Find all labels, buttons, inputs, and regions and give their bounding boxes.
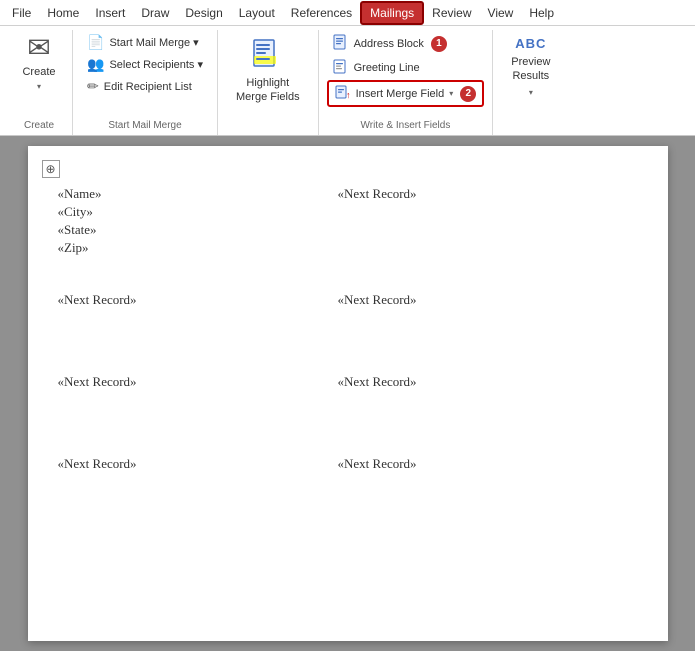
menu-design[interactable]: Design (177, 3, 230, 23)
address-block-icon (333, 34, 349, 53)
preview-results-button[interactable]: ABC PreviewResults ▾ (501, 30, 560, 103)
menu-layout[interactable]: Layout (231, 3, 283, 23)
select-recipients-icon: 👥 (87, 56, 104, 73)
menu-review[interactable]: Review (424, 3, 479, 23)
highlight-merge-fields-button[interactable]: HighlightMerge Fields (226, 30, 310, 111)
field-row-1: «Name» «City» «State» «Zip» «Next Record… (58, 186, 638, 258)
ribbon-group-preview: ABC PreviewResults ▾ (493, 30, 568, 135)
field-col-right-4: «Next Record» (338, 456, 638, 474)
create-dropdown-arrow: ▾ (37, 82, 41, 91)
ribbon: ✉ Create ▾ Create 📄 Start Mail Merge ▾ 👥… (0, 26, 695, 136)
menu-references[interactable]: References (283, 3, 360, 23)
start-mail-merge-group-label: Start Mail Merge (108, 118, 181, 131)
edit-recipient-list-button[interactable]: ✏ Edit Recipient List (81, 76, 209, 97)
zip-field: «Zip» (58, 240, 338, 256)
insert-merge-field-label: Insert Merge Field (356, 88, 445, 100)
menu-draw[interactable]: Draw (133, 3, 177, 23)
field-row-2: «Next Record» «Next Record» (58, 292, 638, 310)
city-field: «City» (58, 204, 338, 220)
menu-help[interactable]: Help (521, 3, 562, 23)
create-label: Create (22, 66, 55, 78)
field-col-left-4: «Next Record» (58, 456, 338, 474)
highlight-merge-fields-label: HighlightMerge Fields (236, 76, 300, 105)
badge-2: 2 (460, 86, 476, 102)
highlight-icon (250, 36, 286, 72)
field-col-left-1: «Name» «City» «State» «Zip» (58, 186, 338, 258)
next-record-6: «Next Record» (58, 456, 338, 472)
menu-file[interactable]: File (4, 3, 39, 23)
insert-merge-field-icon: ↑ (335, 84, 351, 103)
next-record-1: «Next Record» (338, 186, 638, 202)
field-col-left-3: «Next Record» (58, 374, 338, 392)
field-col-right-3: «Next Record» (338, 374, 638, 392)
svg-text:↑: ↑ (346, 90, 351, 100)
start-mail-merge-icon: 📄 (87, 34, 104, 51)
menu-insert[interactable]: Insert (87, 3, 133, 23)
preview-dropdown-arrow: ▾ (529, 88, 533, 97)
write-insert-group-label: Write & Insert Fields (361, 118, 451, 131)
gap-2 (58, 314, 638, 374)
field-row-3: «Next Record» «Next Record» (58, 374, 638, 392)
edit-recipient-icon: ✏ (87, 78, 99, 95)
preview-abc-icon: ABC (515, 36, 546, 51)
insert-merge-field-button[interactable]: ↑ Insert Merge Field ▾ 2 (327, 80, 485, 107)
select-recipients-label: Select Recipients ▾ (109, 58, 203, 71)
menu-mailings[interactable]: Mailings (360, 1, 424, 25)
greeting-line-button[interactable]: Greeting Line (327, 56, 485, 79)
menu-view[interactable]: View (480, 3, 522, 23)
name-field: «Name» (58, 186, 338, 202)
state-field: «State» (58, 222, 338, 238)
next-record-2: «Next Record» (58, 292, 338, 308)
next-record-7: «Next Record» (338, 456, 638, 472)
start-mail-merge-buttons: 📄 Start Mail Merge ▾ 👥 Select Recipients… (81, 30, 209, 99)
address-block-label: Address Block (354, 38, 424, 50)
field-col-right-1: «Next Record» (338, 186, 638, 258)
move-handle[interactable]: ⊕ (42, 160, 60, 178)
ribbon-group-create: ✉ Create ▾ Create (6, 30, 73, 135)
document-area: ⊕ «Name» «City» «State» «Zip» «Next Reco… (0, 136, 695, 651)
next-record-5: «Next Record» (338, 374, 638, 390)
select-recipients-button[interactable]: 👥 Select Recipients ▾ (81, 54, 209, 75)
start-mail-merge-label: Start Mail Merge ▾ (109, 36, 198, 49)
badge-1: 1 (431, 36, 447, 52)
gap-1 (58, 262, 638, 292)
envelope-icon: ✉ (27, 34, 50, 62)
greeting-line-icon (333, 58, 349, 77)
gap-3 (58, 396, 638, 456)
greeting-line-label: Greeting Line (354, 62, 420, 74)
edit-recipient-label: Edit Recipient List (104, 81, 192, 93)
address-block-button[interactable]: Address Block 1 (327, 32, 485, 55)
field-col-left-2: «Next Record» (58, 292, 338, 310)
write-insert-buttons: Address Block 1 Greeting Line (327, 30, 485, 109)
ribbon-group-highlight: HighlightMerge Fields (218, 30, 319, 135)
document: ⊕ «Name» «City» «State» «Zip» «Next Reco… (28, 146, 668, 641)
ribbon-group-start-mail-merge: 📄 Start Mail Merge ▾ 👥 Select Recipients… (73, 30, 218, 135)
field-col-right-2: «Next Record» (338, 292, 638, 310)
menu-home[interactable]: Home (39, 3, 87, 23)
field-row-4: «Next Record» «Next Record» (58, 456, 638, 474)
next-record-3: «Next Record» (338, 292, 638, 308)
insert-merge-field-dropdown: ▾ (449, 89, 453, 98)
ribbon-group-write-insert: Address Block 1 Greeting Line (319, 30, 494, 135)
preview-results-label: PreviewResults (511, 55, 550, 84)
create-button[interactable]: ✉ Create ▾ (14, 30, 64, 95)
menu-bar: File Home Insert Draw Design Layout Refe… (0, 0, 695, 26)
next-record-4: «Next Record» (58, 374, 338, 390)
create-group-label: Create (24, 118, 54, 131)
start-mail-merge-button[interactable]: 📄 Start Mail Merge ▾ (81, 32, 209, 53)
